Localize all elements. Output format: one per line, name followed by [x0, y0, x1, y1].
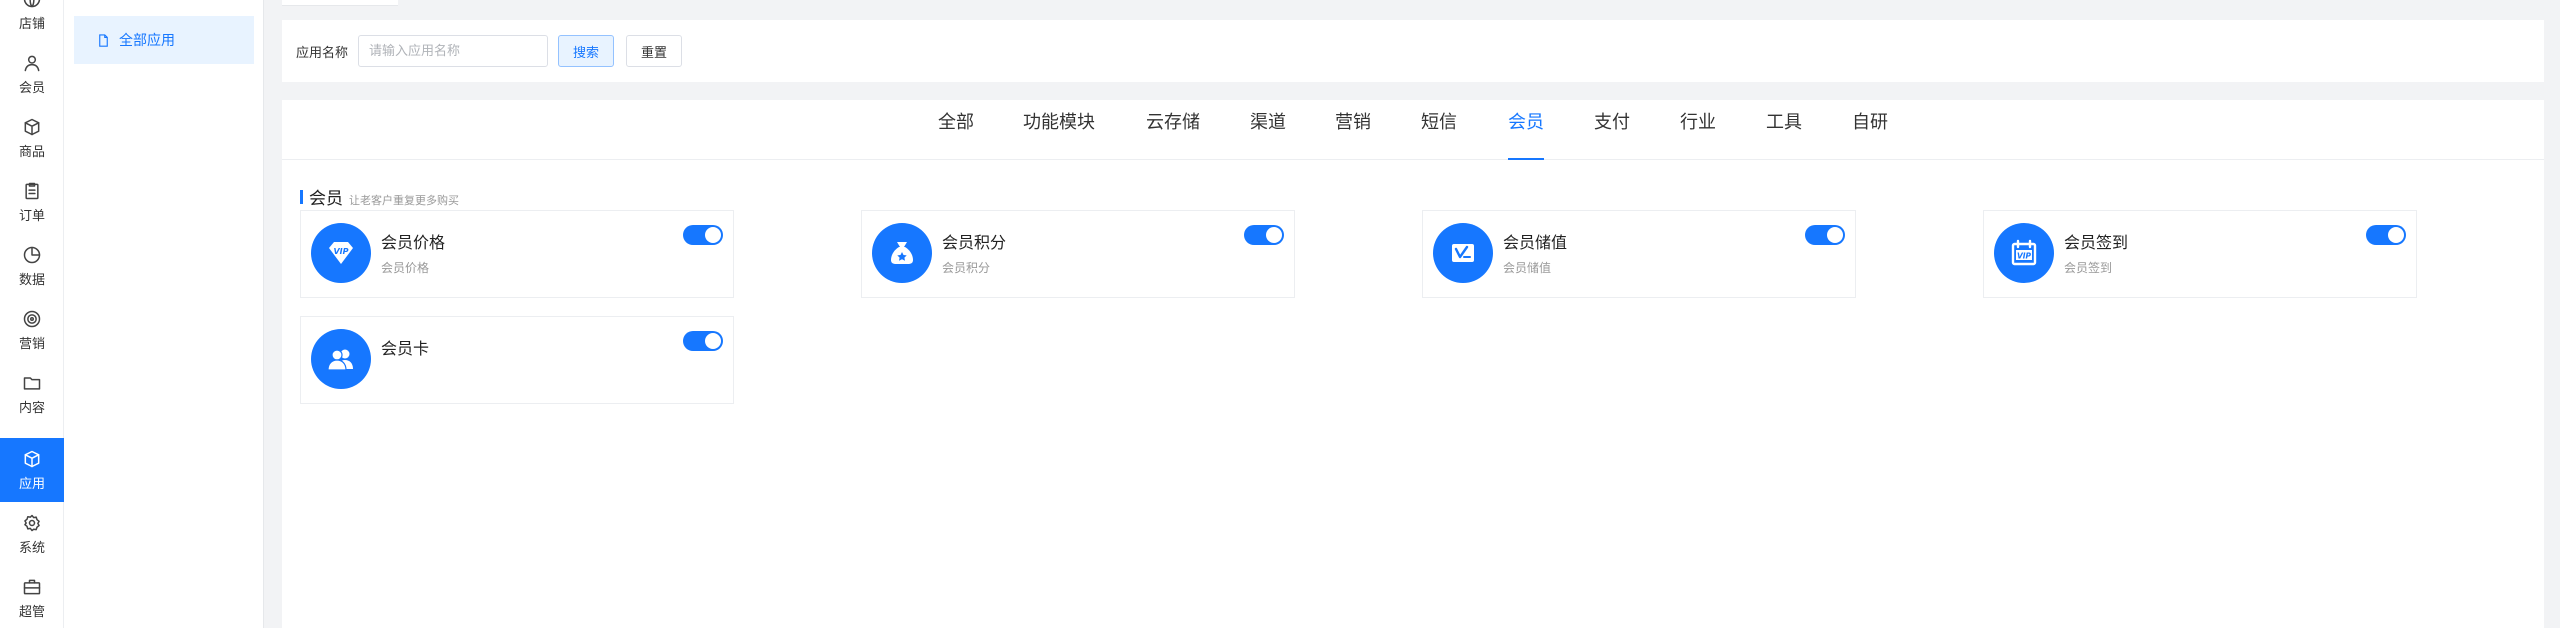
enable-toggle[interactable] [683, 331, 723, 351]
nav-item-label: 数据 [18, 272, 45, 288]
nav-item-label: 超管 [18, 604, 45, 620]
app-name-label: 应用名称 [296, 45, 349, 61]
nav-item-marketing[interactable]: 营销 [0, 298, 64, 362]
app-card-member-stored-value[interactable]: 会员储值 会员储值 [1422, 210, 1856, 298]
enable-toggle[interactable] [1805, 225, 1845, 245]
category-tabs: 全部 功能模块 云存储 渠道 营销 短信 会员 支付 行业 工具 自研 [282, 100, 2544, 160]
svg-text:VIP: VIP [333, 247, 348, 256]
nav-item-orders[interactable]: 订单 [0, 170, 64, 234]
submenu-item-label: 全部应用 [119, 33, 175, 49]
nav-item-goods[interactable]: 商品 [0, 106, 64, 170]
user-icon [24, 55, 40, 71]
app-title: 会员签到 [2064, 233, 2129, 252]
nav-item-shop[interactable]: 店铺 [0, 0, 64, 42]
app-card-member-points[interactable]: 会员积分 会员积分 [861, 210, 1295, 298]
section-marker [300, 189, 303, 204]
stored-value-card-icon [1433, 223, 1493, 283]
nav-item-super-admin[interactable]: 超管 [0, 566, 64, 628]
svg-text:VIP: VIP [2017, 252, 2032, 261]
tab-members[interactable]: 会员 [1508, 100, 1544, 160]
main-nav-rail: 店铺 会员 商品 订单 数据 营销 内容 应用 系统 超管 [0, 0, 64, 628]
section-header: 会员 让老客户重复更多购买 [300, 184, 459, 209]
app-description: 会员签到 [2064, 261, 2113, 275]
nav-item-label: 营销 [18, 336, 45, 352]
nav-item-label: 系统 [18, 540, 45, 556]
nav-item-label: 店铺 [18, 16, 45, 32]
vip-calendar-icon: VIP [1994, 223, 2054, 283]
target-icon [23, 310, 41, 327]
members-icon [311, 329, 371, 389]
enable-toggle[interactable] [1244, 225, 1284, 245]
app-list-panel: 全部 功能模块 云存储 渠道 营销 短信 会员 支付 行业 工具 自研 会员 让… [282, 100, 2544, 628]
nav-item-system[interactable]: 系统 [0, 502, 64, 566]
search-button[interactable]: 搜索 [558, 35, 615, 67]
tab-sms[interactable]: 短信 [1421, 100, 1457, 160]
cube-icon [24, 450, 40, 467]
filter-bar: 应用名称 搜索 重置 [282, 20, 2544, 82]
tab-self-developed[interactable]: 自研 [1852, 100, 1888, 160]
nav-item-label: 会员 [18, 80, 45, 96]
enable-toggle[interactable] [683, 225, 723, 245]
nav-item-data[interactable]: 数据 [0, 234, 64, 298]
tab-all[interactable]: 全部 [938, 100, 974, 160]
tab-cloud-storage[interactable]: 云存储 [1146, 100, 1200, 160]
app-description: 会员积分 [942, 261, 991, 275]
pie-chart-icon [23, 246, 41, 263]
gear-icon [24, 514, 40, 531]
enable-toggle[interactable] [2366, 225, 2406, 245]
reset-button[interactable]: 重置 [626, 35, 683, 67]
nav-item-label: 应用 [18, 476, 45, 492]
app-title: 会员卡 [381, 339, 430, 358]
tab-industry[interactable]: 行业 [1680, 100, 1716, 160]
box-icon [24, 118, 40, 135]
submenu-item-all-apps[interactable]: 全部应用 [74, 16, 254, 64]
app-card-member-card[interactable]: 会员卡 [300, 316, 734, 404]
nav-item-content[interactable]: 内容 [0, 362, 64, 426]
app-name-input[interactable] [358, 35, 549, 67]
nav-item-members[interactable]: 会员 [0, 42, 64, 106]
app-title: 会员储值 [1503, 233, 1568, 252]
section-subtitle: 让老客户重复更多购买 [349, 194, 459, 207]
folder-icon [23, 376, 41, 390]
money-bag-icon [872, 223, 932, 283]
page-tab-strip [282, 0, 398, 6]
nav-item-label: 商品 [18, 144, 45, 160]
nav-item-label: 订单 [18, 208, 45, 224]
clipboard-icon [25, 182, 39, 199]
tab-channels[interactable]: 渠道 [1250, 100, 1286, 160]
tab-tools[interactable]: 工具 [1766, 100, 1802, 160]
section-title: 会员 [309, 189, 343, 209]
app-description: 会员价格 [381, 261, 430, 275]
vip-diamond-icon: VIP [311, 223, 371, 283]
app-card-member-checkin[interactable]: VIP 会员签到 会员签到 [1983, 210, 2417, 298]
briefcase-icon [23, 579, 41, 594]
app-card-member-price[interactable]: VIP 会员价格 会员价格 [300, 210, 734, 298]
tab-function-modules[interactable]: 功能模块 [1023, 100, 1095, 160]
app-title: 会员积分 [942, 233, 1007, 252]
tab-payment[interactable]: 支付 [1594, 100, 1630, 160]
secondary-menu: 全部应用 [64, 0, 264, 628]
document-icon [99, 33, 108, 47]
nav-item-apps[interactable]: 应用 [0, 438, 64, 502]
nav-item-label: 内容 [18, 400, 45, 416]
app-title: 会员价格 [381, 233, 446, 252]
globe-icon [23, 0, 41, 7]
app-description: 会员储值 [1503, 261, 1552, 275]
tab-marketing[interactable]: 营销 [1335, 100, 1371, 160]
